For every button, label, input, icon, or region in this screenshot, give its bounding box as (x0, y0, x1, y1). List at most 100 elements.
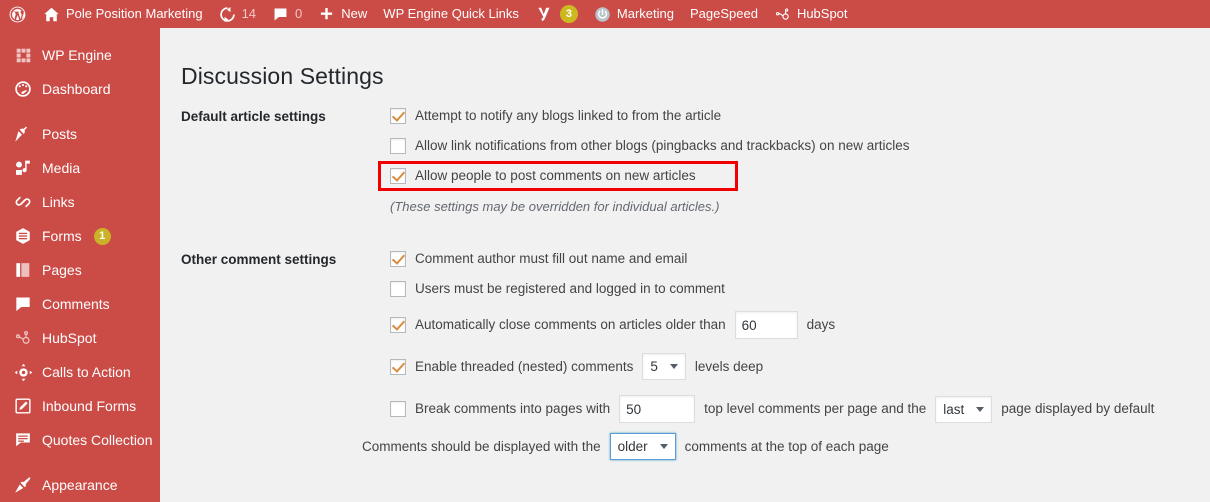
adminbar-comments[interactable]: 0 (264, 0, 310, 28)
checkbox-threaded-comments[interactable] (390, 358, 406, 375)
sidebar-separator (0, 106, 160, 117)
sidebar-item-label: HubSpot (42, 330, 97, 346)
comments-per-page-input[interactable] (619, 395, 696, 423)
sidebar-item-label: Quotes Collection (42, 432, 153, 448)
option-row-registered-users[interactable]: Users must be registered and logged in t… (390, 281, 725, 297)
option-row-comment-order[interactable]: Comments should be displayed with the ol… (362, 433, 889, 460)
sidebar-item-calls-to-action[interactable]: Calls to Action (0, 355, 160, 389)
adminbar-yoast[interactable]: 3 (527, 0, 586, 28)
option-row-allow-pingbacks[interactable]: Allow link notifications from other blog… (390, 138, 909, 154)
section-label-default-article-settings: Default article settings (181, 109, 326, 124)
sidebar-item-appearance[interactable]: Appearance (0, 468, 160, 502)
adminbar-site-name-label: Pole Position Marketing (66, 6, 203, 21)
checkbox-auto-close-comments[interactable] (390, 317, 406, 333)
checkbox-notify-blogs[interactable] (390, 108, 406, 124)
default-page-select[interactable]: last (935, 395, 993, 423)
adminbar-wordpress-logo[interactable] (0, 0, 35, 28)
auto-close-unit-label: days (806, 317, 836, 332)
option-row-threaded-comments[interactable]: Enable threaded (nested) comments 5 leve… (390, 353, 763, 380)
option-row-author-name-email[interactable]: Comment author must fill out name and em… (390, 251, 687, 267)
adminbar-marketing[interactable]: Marketing (586, 0, 682, 28)
checkbox-registered-users[interactable] (390, 281, 406, 297)
chevron-down-icon (669, 364, 678, 369)
sidebar-item-label: WP Engine (42, 47, 112, 63)
sidebar-item-forms[interactable]: Forms 1 (0, 219, 160, 253)
sidebar-item-label: Appearance (42, 477, 118, 493)
sidebar-item-links[interactable]: Links (0, 185, 160, 219)
admin-sidebar-menu: WP Engine Dashboard Posts Media Links Fo… (0, 28, 160, 502)
chevron-down-icon (976, 406, 985, 412)
adminbar-site-name[interactable]: Pole Position Marketing (35, 0, 211, 28)
option-label: Allow link notifications from other blog… (415, 138, 910, 153)
power-circle-icon (594, 6, 611, 23)
option-label: Automatically close comments on articles… (415, 317, 726, 332)
sidebar-item-hubspot[interactable]: HubSpot (0, 321, 160, 355)
chevron-down-icon (659, 444, 668, 449)
checkbox-break-comments-pages[interactable] (390, 401, 406, 417)
adminbar-updates[interactable]: 14 (211, 0, 264, 28)
checkbox-allow-comments[interactable] (390, 168, 406, 184)
sidebar-item-label: Dashboard (42, 81, 111, 97)
adminbar-updates-count: 14 (241, 6, 257, 21)
sidebar-item-label: Forms (42, 228, 82, 244)
links-chain-icon (13, 192, 33, 212)
comment-bubble-icon (272, 6, 289, 23)
default-article-note: (These settings may be overridden for in… (390, 199, 720, 214)
checkbox-allow-pingbacks[interactable] (390, 138, 406, 154)
media-icon (13, 158, 33, 178)
sidebar-item-wp-engine[interactable]: WP Engine (0, 38, 160, 72)
threaded-levels-select[interactable]: 5 (642, 353, 686, 380)
comments-bubble-icon (13, 294, 33, 314)
quotes-collection-icon (13, 430, 33, 450)
sidebar-item-inbound-forms[interactable]: Inbound Forms (0, 389, 160, 423)
wpengine-grid-icon (13, 45, 33, 65)
sidebar-item-pages[interactable]: Pages (0, 253, 160, 287)
sidebar-separator (0, 457, 160, 468)
sidebar-item-media[interactable]: Media (0, 151, 160, 185)
dashboard-gauge-icon (13, 79, 33, 99)
inbound-forms-icon (13, 396, 33, 416)
hubspot-icon (774, 6, 791, 23)
sidebar-item-label: Calls to Action (42, 364, 131, 380)
forms-icon (13, 226, 33, 246)
option-row-auto-close-comments[interactable]: Automatically close comments on articles… (390, 311, 835, 339)
sidebar-item-dashboard[interactable]: Dashboard (0, 72, 160, 106)
default-page-label: page displayed by default (1001, 401, 1155, 416)
auto-close-days-input[interactable] (734, 311, 798, 339)
calls-to-action-icon (13, 362, 33, 382)
wordpress-logo-icon (8, 5, 27, 24)
adminbar-wpengine-label: WP Engine Quick Links (383, 6, 519, 21)
option-label: Users must be registered and logged in t… (415, 281, 725, 296)
sidebar-item-comments[interactable]: Comments (0, 287, 160, 321)
page-title: Discussion Settings (181, 63, 384, 90)
updates-icon (219, 6, 236, 23)
sidebar-item-label: Media (42, 160, 81, 176)
option-row-break-comments-pages[interactable]: Break comments into pages with top level… (390, 395, 1154, 423)
pages-icon (13, 260, 33, 280)
comment-order-select[interactable]: older (609, 433, 676, 460)
option-label: Break comments into pages with (415, 401, 611, 416)
sidebar-item-label: Inbound Forms (42, 398, 137, 414)
home-icon (43, 6, 60, 23)
option-row-allow-comments[interactable]: Allow people to post comments on new art… (390, 168, 696, 184)
adminbar-pagespeed[interactable]: PageSpeed (682, 0, 766, 28)
adminbar-hubspot[interactable]: HubSpot (766, 0, 856, 28)
sidebar-item-quotes-collection[interactable]: Quotes Collection (0, 423, 160, 457)
option-label: Attempt to notify any blogs linked to fr… (415, 108, 722, 123)
comment-order-suffix: comments at the top of each page (684, 438, 889, 454)
adminbar-comments-count: 0 (295, 6, 303, 21)
sidebar-item-label: Pages (42, 262, 82, 278)
adminbar-wpengine-quick-links[interactable]: WP Engine Quick Links (375, 0, 527, 28)
appearance-brush-icon (13, 475, 33, 495)
adminbar-new-content[interactable]: New (310, 0, 375, 28)
admin-bar: Pole Position Marketing 14 0 New WP Engi… (0, 0, 1210, 28)
sidebar-item-label: Links (42, 194, 75, 210)
yoast-icon (535, 6, 552, 23)
default-page-value: last (943, 401, 965, 417)
comment-order-prefix: Comments should be displayed with the (362, 438, 601, 454)
comment-order-value: older (617, 439, 648, 454)
checkbox-author-name-email[interactable] (390, 251, 406, 267)
adminbar-new-label: New (341, 6, 368, 21)
option-row-notify-blogs[interactable]: Attempt to notify any blogs linked to fr… (390, 108, 721, 124)
sidebar-item-posts[interactable]: Posts (0, 117, 160, 151)
